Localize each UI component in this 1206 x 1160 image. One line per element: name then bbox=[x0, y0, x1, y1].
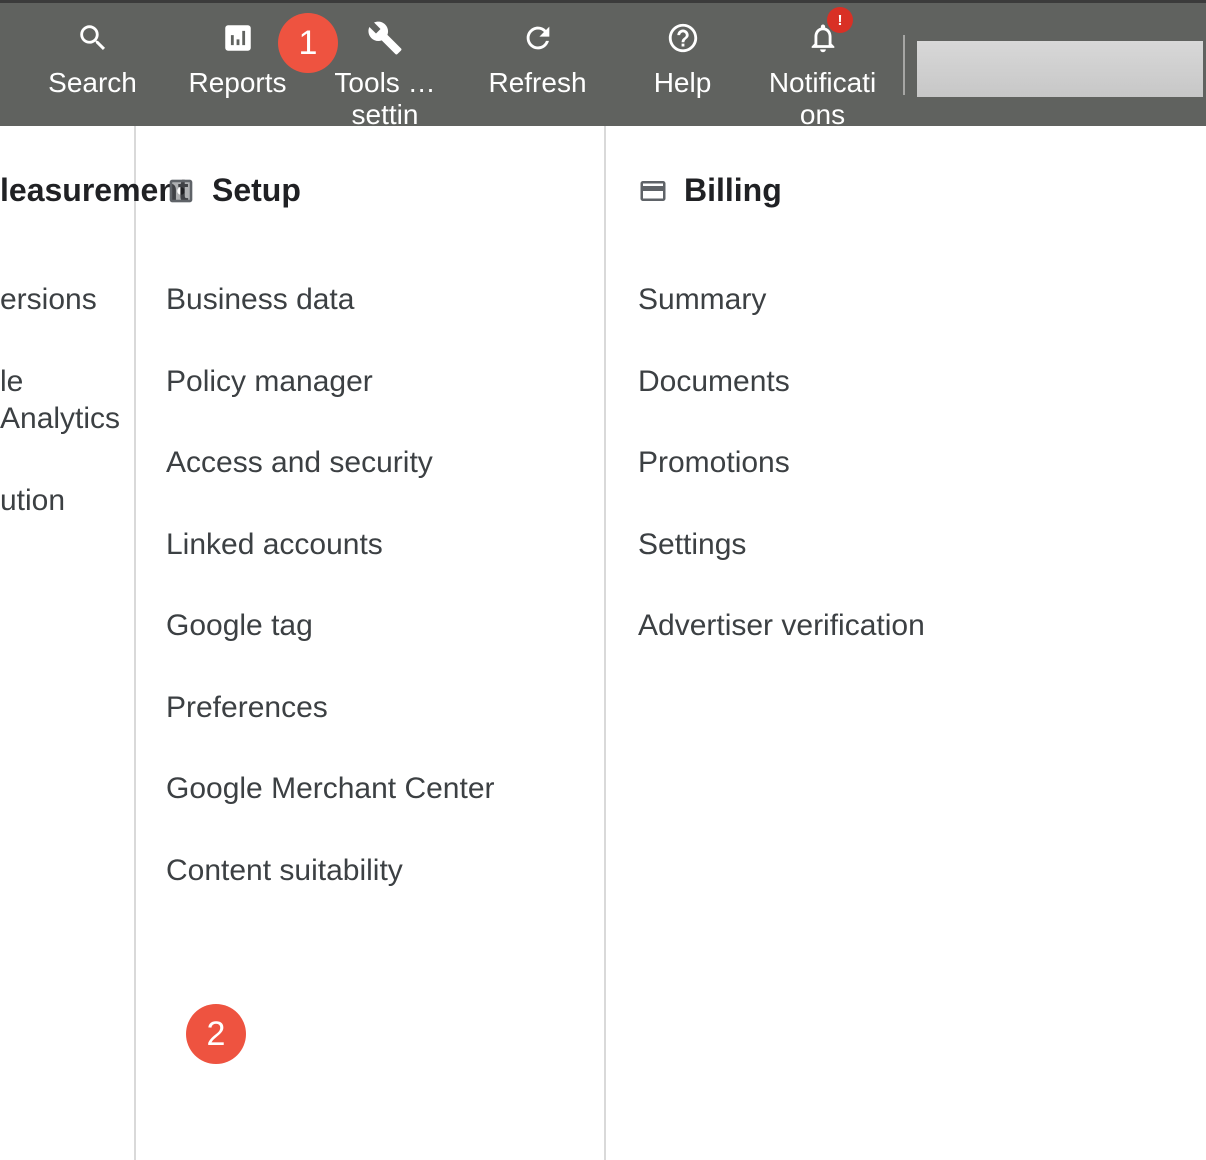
toolbar-notifications[interactable]: ! Notificati ons bbox=[750, 13, 895, 131]
menu-item-google-analytics[interactable]: le Analytics bbox=[0, 341, 134, 460]
toolbar-notifications-label: Notificati ons bbox=[750, 67, 895, 131]
menu-item-promotions[interactable]: Promotions bbox=[638, 422, 1206, 504]
menu-item-summary[interactable]: Summary bbox=[638, 259, 1206, 341]
menu-item-content-suitability[interactable]: Content suitability bbox=[166, 830, 604, 912]
menu-item-business-data[interactable]: Business data bbox=[166, 259, 604, 341]
setup-header: Setup bbox=[166, 172, 604, 209]
refresh-icon bbox=[521, 17, 555, 59]
menu-item-documents[interactable]: Documents bbox=[638, 341, 1206, 423]
search-icon bbox=[76, 17, 110, 59]
menu-item-linked-accounts[interactable]: Linked accounts bbox=[166, 504, 604, 586]
column-billing: Billing Summary Documents Promotions Set… bbox=[606, 126, 1206, 1160]
menu-item-google-merchant-center[interactable]: Google Merchant Center bbox=[166, 748, 604, 830]
toolbar-refresh[interactable]: Refresh bbox=[460, 13, 615, 99]
billing-header: Billing bbox=[638, 172, 1206, 209]
toolbar-refresh-label: Refresh bbox=[488, 67, 586, 99]
billing-header-label: Billing bbox=[684, 172, 782, 209]
toolbar-help[interactable]: Help bbox=[615, 13, 750, 99]
menu-item-policy-manager[interactable]: Policy manager bbox=[166, 341, 604, 423]
measurement-header: leasurement bbox=[0, 172, 134, 209]
menu-item-preferences[interactable]: Preferences bbox=[166, 667, 604, 749]
toolbar-search-label: Search bbox=[48, 67, 137, 99]
credit-card-icon bbox=[638, 176, 668, 206]
reports-icon bbox=[221, 17, 255, 59]
menu-item-attribution[interactable]: ution bbox=[0, 460, 134, 542]
menu-item-google-tag[interactable]: Google tag bbox=[166, 585, 604, 667]
column-measurement: leasurement ersions le Analytics ution bbox=[0, 126, 136, 1160]
wrench-icon bbox=[367, 17, 403, 59]
help-icon bbox=[666, 17, 700, 59]
toolbar-reports-label: Reports bbox=[188, 67, 286, 99]
toolbar-search[interactable]: Search bbox=[20, 13, 165, 99]
dropdown-content: leasurement ersions le Analytics ution S… bbox=[0, 126, 1206, 1160]
menu-item-settings[interactable]: Settings bbox=[638, 504, 1206, 586]
toolbar-divider bbox=[903, 35, 905, 95]
menu-item-advertiser-verification[interactable]: Advertiser verification bbox=[638, 585, 1206, 667]
top-toolbar: Search Reports Tools … settin Refresh He… bbox=[0, 0, 1206, 126]
toolbar-help-label: Help bbox=[654, 67, 712, 99]
gear-box-icon bbox=[166, 176, 196, 206]
account-area-placeholder bbox=[917, 41, 1203, 97]
menu-item-access-security[interactable]: Access and security bbox=[166, 422, 604, 504]
toolbar-tools-label: Tools … settin bbox=[310, 67, 460, 131]
annotation-badge-1: 1 bbox=[278, 13, 338, 73]
setup-header-label: Setup bbox=[212, 172, 301, 209]
notification-alert-badge: ! bbox=[827, 7, 853, 33]
menu-item-conversions[interactable]: ersions bbox=[0, 259, 134, 341]
annotation-badge-2: 2 bbox=[186, 1004, 246, 1064]
